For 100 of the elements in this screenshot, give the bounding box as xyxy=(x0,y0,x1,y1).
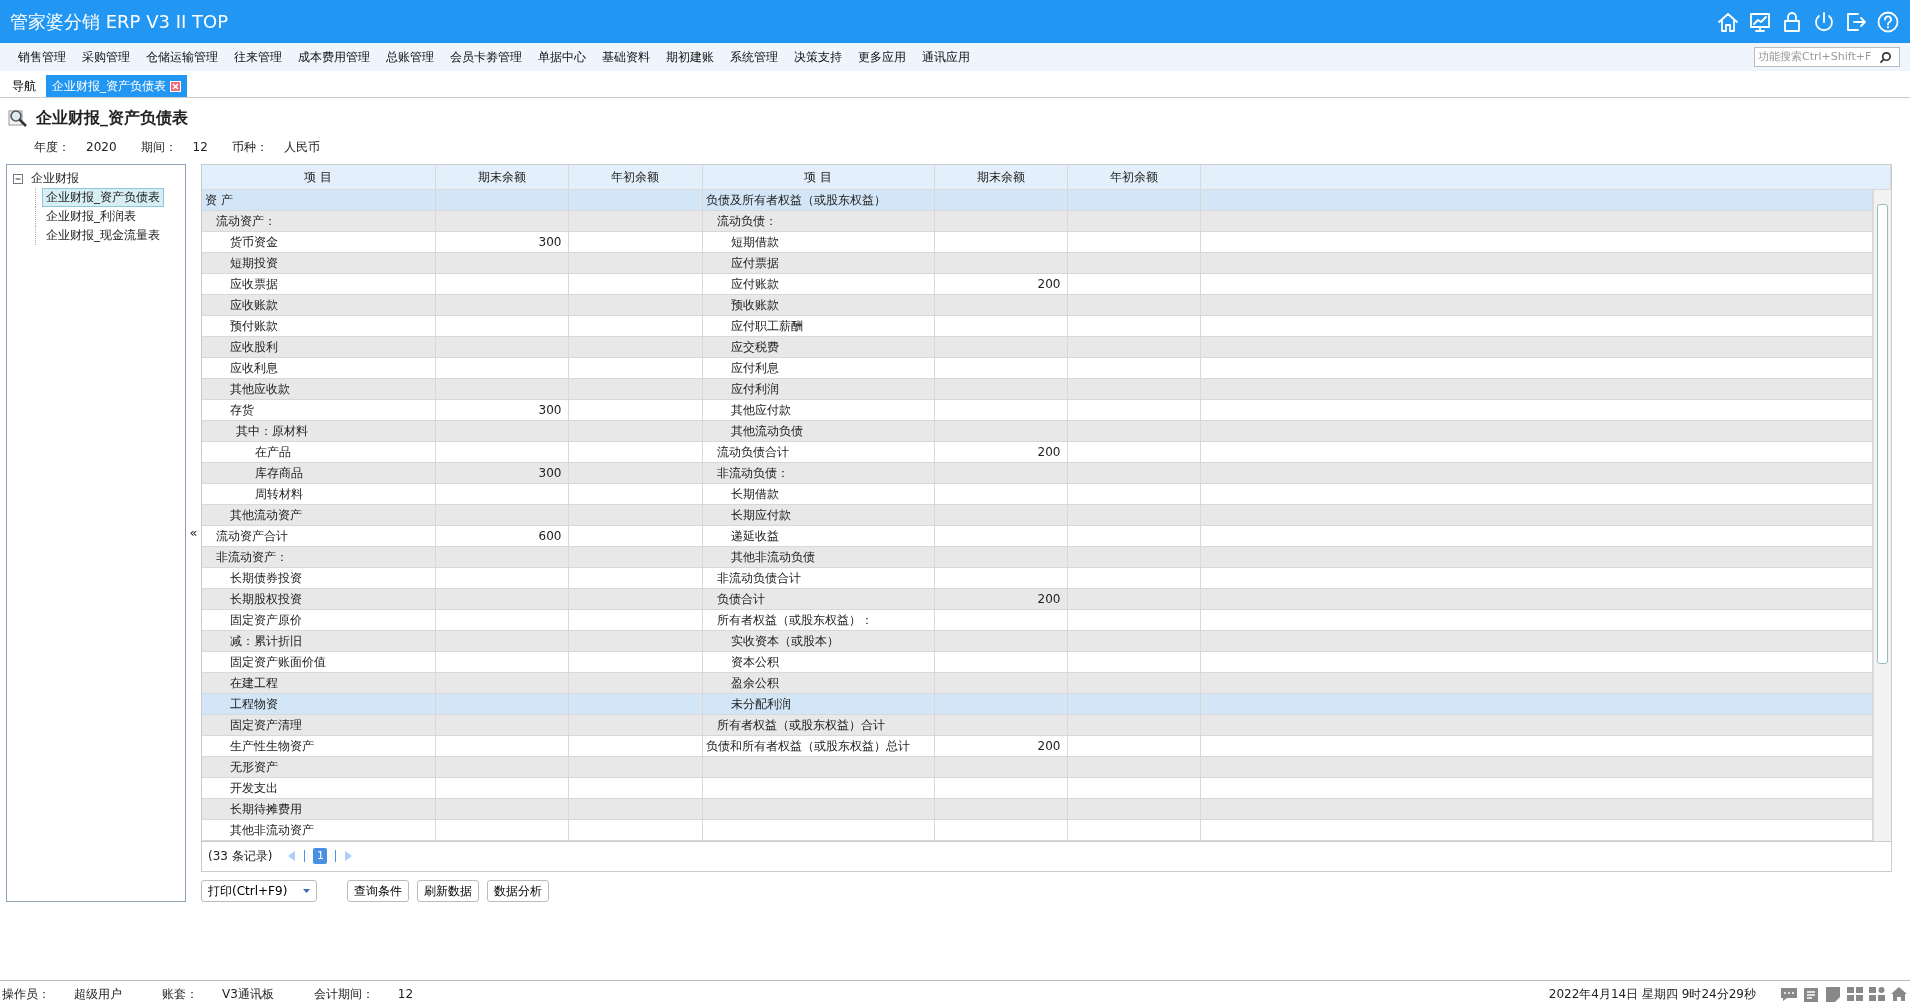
menu-item[interactable]: 总账管理 xyxy=(378,48,442,66)
collapse-toggle[interactable]: « xyxy=(186,523,201,543)
table-cell: 短期投资 xyxy=(202,252,435,274)
column-header[interactable]: 年初余额 xyxy=(568,165,702,189)
scrollbar[interactable] xyxy=(1873,189,1891,841)
menu-item[interactable]: 单据中心 xyxy=(530,48,594,66)
table-row[interactable]: 应收账款 预收账款 xyxy=(202,294,1873,316)
table-row[interactable]: 开发支出 xyxy=(202,777,1873,799)
table-cell: 应付职工薪酬 xyxy=(702,315,934,337)
tree-item[interactable]: 企业财报 xyxy=(27,169,83,188)
table-row[interactable]: 其中：原材料 其他流动负债 xyxy=(202,420,1873,442)
table-cell: 300 xyxy=(435,399,568,421)
action-button[interactable]: 数据分析 xyxy=(487,880,550,902)
page-title: 企业财报_资产负债表 xyxy=(36,107,188,129)
table-row[interactable]: 应收股利 应交税费 xyxy=(202,336,1873,358)
column-header[interactable]: 期末余额 xyxy=(934,165,1067,189)
status-label: 会计期间： xyxy=(313,986,374,1003)
table-row[interactable]: 预付账款 应付职工薪酬 xyxy=(202,315,1873,337)
table-cell: 固定资产账面价值 xyxy=(202,651,435,673)
table-row[interactable]: 应收利息 应付利息 xyxy=(202,357,1873,379)
collapse-icon[interactable] xyxy=(13,173,23,184)
table-row[interactable]: 非流动资产： 其他非流动负债 xyxy=(202,546,1873,568)
menu-item[interactable]: 采购管理 xyxy=(74,48,138,66)
table-row[interactable]: 无形资产 xyxy=(202,756,1873,778)
table-row[interactable]: 其他非流动资产 xyxy=(202,819,1873,841)
table-row[interactable]: 周转材料 长期借款 xyxy=(202,483,1873,505)
app-title: 管家婆分销 ERP V3 II TOP xyxy=(10,10,229,34)
table-row[interactable]: 应收票据 应付账款 200 xyxy=(202,273,1873,295)
table-cell: 应付利息 xyxy=(702,357,934,379)
table-row[interactable]: 在产品 流动负债合计 200 xyxy=(202,441,1873,463)
table-row[interactable]: 减：累计折旧 实收资本（或股本） xyxy=(202,630,1873,652)
table-cell: 600 xyxy=(435,525,568,547)
table-cell: 应付账款 xyxy=(702,273,934,295)
tree-item[interactable]: 企业财报_现金流量表 xyxy=(42,226,164,245)
chat-icon[interactable] xyxy=(1780,986,1798,1002)
table-row[interactable]: 其他流动资产 长期应付款 xyxy=(202,504,1873,526)
action-button[interactable]: 打印(Ctrl+F9) xyxy=(201,880,318,902)
table-cell: 长期待摊费用 xyxy=(202,798,435,820)
table-row[interactable]: 货币资金 300 短期借款 xyxy=(202,231,1873,253)
table-row[interactable]: 其他应收款 应付利润 xyxy=(202,378,1873,400)
table-row[interactable]: 固定资产原价 所有者权益（或股东权益）： xyxy=(202,609,1873,631)
table-cell: 应收票据 xyxy=(202,273,435,295)
table-row[interactable]: 固定资产账面价值 资本公积 xyxy=(202,651,1873,673)
table-row[interactable]: 短期投资 应付票据 xyxy=(202,252,1873,274)
menu-item[interactable]: 期初建账 xyxy=(658,48,722,66)
menu-item[interactable]: 成本费用管理 xyxy=(290,48,378,66)
table-row[interactable]: 长期股权投资 负债合计 200 xyxy=(202,588,1873,610)
menu-item[interactable]: 决策支持 xyxy=(786,48,850,66)
table-row[interactable]: 固定资产清理 所有者权益（或股东权益）合计 xyxy=(202,714,1873,736)
menu-item[interactable]: 往来管理 xyxy=(226,48,290,66)
search-icon[interactable] xyxy=(1879,50,1892,64)
tree-item[interactable]: 企业财报_利润表 xyxy=(42,207,140,226)
column-header[interactable]: 年初余额 xyxy=(1067,165,1200,189)
menu-item[interactable]: 仓储运输管理 xyxy=(138,48,226,66)
table-cell: 应收股利 xyxy=(202,336,435,358)
menu-item[interactable]: 基础资料 xyxy=(594,48,658,66)
document-icon[interactable] xyxy=(1824,986,1842,1002)
table-cell: 库存商品 xyxy=(202,462,435,484)
table-row[interactable]: 长期债券投资 非流动负债合计 xyxy=(202,567,1873,589)
table-cell: 在建工程 xyxy=(202,672,435,694)
table-row[interactable]: 库存商品 300 非流动负债： xyxy=(202,462,1873,484)
apps-icon[interactable] xyxy=(1868,986,1886,1002)
next-icon[interactable] xyxy=(344,850,353,861)
table-cell: 负债和所有者权益（或股东权益）总计 xyxy=(702,735,934,757)
table-cell: 递延收益 xyxy=(702,525,934,547)
action-button[interactable]: 刷新数据 xyxy=(417,880,480,902)
action-button[interactable]: 查询条件 xyxy=(347,880,410,902)
power-icon[interactable] xyxy=(1812,9,1836,34)
column-header[interactable]: 项 目 xyxy=(702,165,934,189)
table-cell: 生产性生物资产 xyxy=(202,735,435,757)
table-row[interactable]: 长期待摊费用 xyxy=(202,798,1873,820)
table-row[interactable]: 工程物资 未分配利润 xyxy=(202,693,1873,715)
grid-icon[interactable] xyxy=(1846,986,1864,1002)
table-cell: 其他应收款 xyxy=(202,378,435,400)
search-field[interactable]: 功能搜索Ctrl+Shift+F xyxy=(1754,47,1900,67)
status-value: 超级用户 xyxy=(74,986,122,1003)
home-icon[interactable] xyxy=(1890,986,1908,1002)
menu-item[interactable]: 会员卡劵管理 xyxy=(442,48,530,66)
table-cell: 200 xyxy=(934,273,1067,295)
tree-item[interactable]: 企业财报_资产负债表 xyxy=(42,188,164,207)
menu-item[interactable]: 销售管理 xyxy=(10,48,74,66)
menu-item[interactable]: 系统管理 xyxy=(722,48,786,66)
table-row[interactable]: 存货 300 其他应付款 xyxy=(202,399,1873,421)
clipboard-icon[interactable] xyxy=(1802,986,1820,1002)
column-header[interactable]: 期末余额 xyxy=(435,165,568,189)
help-icon[interactable] xyxy=(1876,9,1900,34)
column-header[interactable]: 项 目 xyxy=(202,165,435,189)
tab[interactable]: 导航 xyxy=(6,75,42,97)
previous-icon[interactable] xyxy=(288,850,297,861)
filter-label: 币种： xyxy=(231,139,268,156)
table-row[interactable]: 流动资产合计 600 递延收益 xyxy=(202,525,1873,547)
close-icon[interactable] xyxy=(170,80,181,92)
table-row[interactable]: 在建工程 盈余公积 xyxy=(202,672,1873,694)
menu-item[interactable]: 更多应用 xyxy=(850,48,914,66)
table-row[interactable]: 资 产 负债及所有者权益（或股东权益） xyxy=(202,189,1873,211)
table-cell: 资本公积 xyxy=(702,651,934,673)
table-row[interactable]: 流动资产： 流动负债： xyxy=(202,210,1873,232)
table-cell: 应交税费 xyxy=(702,336,934,358)
menu-item[interactable]: 通讯应用 xyxy=(914,48,978,66)
table-row[interactable]: 生产性生物资产 负债和所有者权益（或股东权益）总计 200 xyxy=(202,735,1873,757)
